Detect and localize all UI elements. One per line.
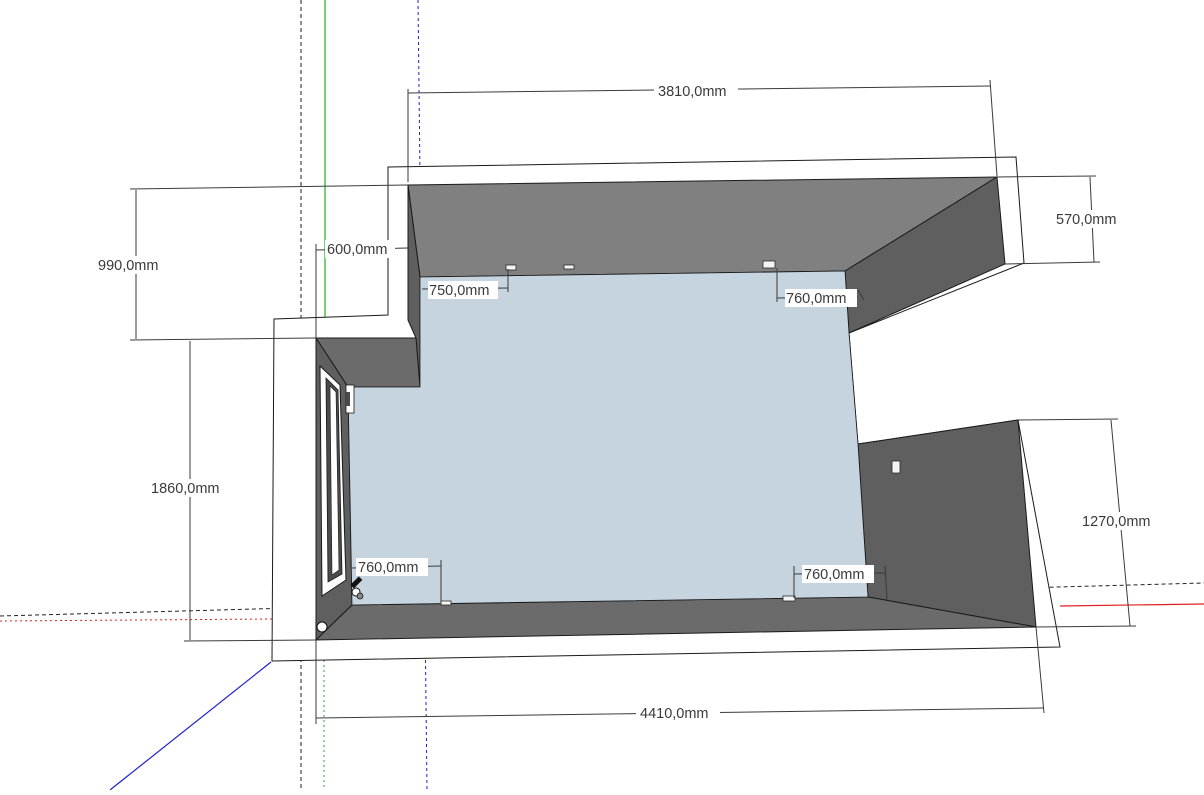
blue-axis — [109, 661, 272, 791]
sketchup-viewport[interactable]: 3810,0mm 4410,0mm 990,0mm 1860,0mm 570,0… — [0, 0, 1204, 791]
floor[interactable] — [347, 270, 869, 606]
dim-left-lower-height: 1860,0mm — [151, 481, 220, 497]
outlet-top-2[interactable] — [563, 264, 575, 270]
red-axis — [1059, 603, 1204, 607]
dim-bottom-width: 4410,0mm — [640, 706, 709, 722]
dim-top-width: 3810,0mm — [658, 84, 727, 100]
dim-left-upper-height: 990,0mm — [98, 258, 158, 274]
red-axis-dotted — [0, 618, 273, 622]
dim-right-upper-height: 570,0mm — [1056, 212, 1116, 228]
outlet-right-wall[interactable] — [891, 460, 901, 474]
dim-outlet-top-right: 760,0mm — [786, 291, 846, 307]
dim-right-lower-height: 1270,0mm — [1082, 514, 1151, 530]
dim-outlet-top-left: 750,0mm — [429, 283, 489, 299]
outlet-bottom-1[interactable] — [440, 600, 452, 606]
outlet-bottom-2[interactable] — [782, 595, 796, 602]
dim-outlet-bottom-left: 760,0mm — [358, 560, 418, 576]
dim-inner-offset: 600,0mm — [327, 242, 387, 258]
outlet-top-3[interactable] — [762, 260, 776, 269]
dim-outlet-bottom-right: 760,0mm — [804, 567, 864, 583]
model-canvas[interactable]: 3810,0mm 4410,0mm 990,0mm 1860,0mm 570,0… — [0, 0, 1204, 791]
wall-right-lower — [857, 419, 1037, 628]
